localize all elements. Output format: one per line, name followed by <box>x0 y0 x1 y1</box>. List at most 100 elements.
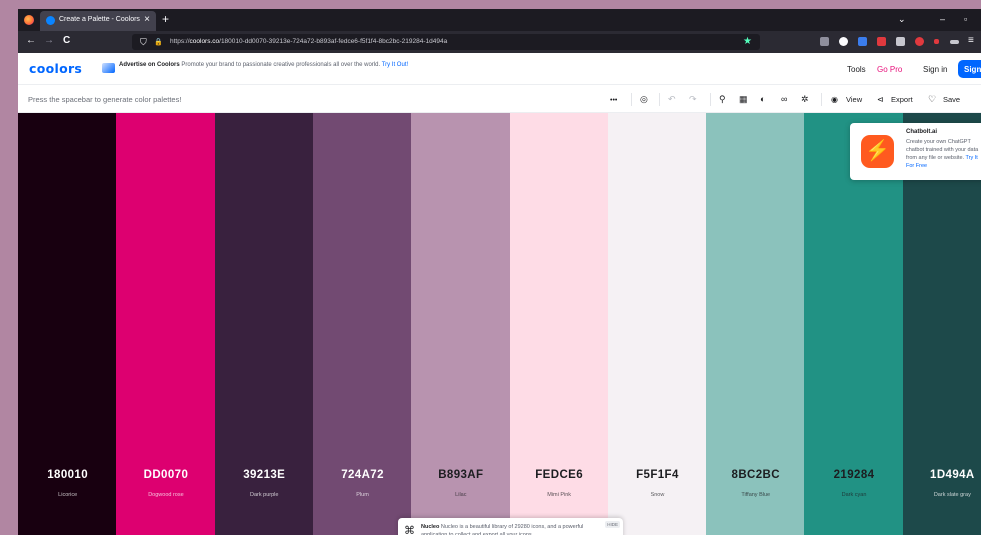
hide-ad-button[interactable]: HIDE <box>605 521 620 528</box>
color-hex-code[interactable]: FEDCE6 <box>510 469 609 481</box>
view-button[interactable]: View <box>846 95 862 104</box>
color-hex-code[interactable]: DD0070 <box>116 469 215 481</box>
nucleo-ad[interactable]: ⌘ Nucleo Nucleo is a beautiful library o… <box>398 518 623 535</box>
browser-nav-bar: ← → C ⛉ 🔒 https://coolors.co/180010-dd00… <box>18 31 981 53</box>
sign-in-link[interactable]: Sign in <box>923 65 947 74</box>
palette-toolbar: Press the spacebar to generate color pal… <box>18 86 981 113</box>
color-swatch[interactable]: F5F1F4 Snow <box>607 113 708 535</box>
heart-icon[interactable]: ♡ <box>928 93 936 105</box>
contrast-checker-icon[interactable]: ◐ <box>760 93 765 105</box>
color-swatch[interactable]: FEDCE6 Mimi Pink <box>509 113 609 535</box>
maximize-icon[interactable]: ▫ <box>964 13 967 25</box>
lock-icon[interactable]: 🔒 <box>154 37 163 49</box>
extension-shield-icon[interactable] <box>858 37 867 46</box>
header-ad-link[interactable]: Try It Out! <box>382 62 408 68</box>
coolors-logo[interactable]: coolors <box>29 61 82 76</box>
tools-menu[interactable]: Tools <box>847 65 866 74</box>
nucleo-description: Nucleo Nucleo is a beautiful library of … <box>421 523 596 535</box>
color-swatch[interactable]: 39213E Dark purple <box>214 113 314 535</box>
advertise-icon <box>102 63 115 73</box>
color-name[interactable]: Plum <box>313 492 412 498</box>
tab-close-icon[interactable]: × <box>144 14 150 26</box>
extension-grid-icon[interactable] <box>896 37 905 46</box>
pocket-icon[interactable] <box>820 37 829 46</box>
nucleo-icon: ⌘ <box>404 525 415 535</box>
lightning-icon: ⚡ <box>861 135 894 168</box>
toolbar-divider <box>821 93 822 106</box>
color-palette: 180010 Licorice DD0070 Dogwood rose 39213E Da… <box>18 113 981 535</box>
extensions-menu-icon[interactable]: ≡ <box>968 35 974 47</box>
forward-icon[interactable]: → <box>44 35 54 47</box>
color-name[interactable]: Snow <box>608 492 707 498</box>
color-name[interactable]: Mimi Pink <box>510 492 609 498</box>
color-swatch[interactable]: DD0070 Dogwood rose <box>116 113 216 535</box>
bookmark-star-icon[interactable]: ★ <box>743 36 752 48</box>
color-hex-code[interactable]: 39213E <box>215 469 314 481</box>
ad-card-description: Create your own ChatGPT chatbot trained … <box>906 138 981 170</box>
redo-icon[interactable]: ↷ <box>689 93 697 105</box>
save-button[interactable]: Save <box>943 95 960 104</box>
camera-icon[interactable]: ◎ <box>640 93 648 105</box>
extension-red-icon[interactable] <box>915 37 924 46</box>
nucleo-title: Nucleo <box>421 524 440 530</box>
color-hex-code[interactable]: 724A72 <box>313 469 412 481</box>
color-hex-code[interactable]: F5F1F4 <box>608 469 707 481</box>
more-options-icon[interactable]: ••• <box>610 95 617 107</box>
coolors-header: coolors Advertise on Coolors Promote you… <box>18 53 981 85</box>
toolbar-divider <box>659 93 660 106</box>
quick-view-grid-icon[interactable]: ▦ <box>739 93 748 105</box>
color-hex-code[interactable]: 180010 <box>18 469 117 481</box>
export-button[interactable]: Export <box>891 95 913 104</box>
go-pro-link[interactable]: Go Pro <box>877 65 902 74</box>
back-icon[interactable]: ← <box>26 35 36 47</box>
color-hex-code[interactable]: B893AF <box>411 469 510 481</box>
tab-title: Create a Palette - Coolors <box>59 16 140 23</box>
color-name[interactable]: Dark cyan <box>804 492 903 498</box>
ad-card-title: Chatbolt.ai <box>906 129 937 135</box>
header-ad-title: Advertise on Coolors <box>119 62 180 68</box>
coolors-favicon-icon <box>46 16 55 25</box>
header-ad[interactable]: Advertise on Coolors Promote your brand … <box>119 61 408 69</box>
chatbolt-ad-card[interactable]: ⚡ Chatbolt.ai Create your own ChatGPT ch… <box>850 123 981 180</box>
toolbar-divider <box>710 93 711 106</box>
adjust-palette-icon[interactable]: ⚲ <box>719 93 726 105</box>
new-tab-button[interactable]: + <box>162 12 169 26</box>
url-bar[interactable]: ⛉ 🔒 https://coolors.co/180010-dd0070-392… <box>132 34 760 50</box>
firefox-icon[interactable] <box>24 15 34 25</box>
share-icon[interactable]: ⊲ <box>877 94 884 106</box>
extension-dot-icon[interactable] <box>934 39 939 44</box>
color-name[interactable]: Tiffany Blue <box>706 492 805 498</box>
browser-tab-strip: Create a Palette - Coolors × + ⌄ – ▫ <box>18 9 981 31</box>
url-text[interactable]: https://coolors.co/180010-dd0070-39213e-… <box>170 38 447 45</box>
toolbar-divider <box>631 93 632 106</box>
color-hex-code[interactable]: 1D494A <box>903 469 981 481</box>
extension-badge-icon[interactable] <box>877 37 886 46</box>
minimize-icon[interactable]: – <box>940 13 945 25</box>
undo-icon[interactable]: ↶ <box>668 93 676 105</box>
header-ad-text: Promote your brand to passionate creativ… <box>181 62 381 68</box>
spacebar-hint: Press the spacebar to generate color pal… <box>28 95 182 104</box>
color-swatch[interactable]: 180010 Licorice <box>18 113 118 535</box>
color-blindness-glasses-icon[interactable]: ∞ <box>781 93 787 105</box>
color-swatch[interactable]: B893AF Lilac <box>411 113 511 535</box>
color-name[interactable]: Lilac <box>411 492 510 498</box>
color-swatch[interactable]: 724A72 Plum <box>312 113 413 535</box>
color-hex-code[interactable]: 219284 <box>804 469 903 481</box>
color-name[interactable]: Dark slate gray <box>903 492 981 498</box>
color-hex-code[interactable]: 8BC2BC <box>706 469 805 481</box>
color-swatch[interactable]: 8BC2BC Tiffany Blue <box>706 113 806 535</box>
eye-icon[interactable]: ◉ <box>831 94 838 106</box>
reload-icon[interactable]: C <box>63 35 70 47</box>
browser-window: Create a Palette - Coolors × + ⌄ – ▫ ← →… <box>18 9 981 535</box>
color-name[interactable]: Dogwood rose <box>116 492 215 498</box>
nucleo-text: Nucleo is a beautiful library of 29280 i… <box>421 524 584 535</box>
sign-up-button[interactable]: Sign <box>958 60 981 78</box>
shield-icon[interactable]: ⛉ <box>140 36 147 48</box>
settings-icon[interactable]: ✲ <box>801 93 809 105</box>
color-name[interactable]: Dark purple <box>215 492 314 498</box>
list-tabs-icon[interactable]: ⌄ <box>898 13 906 25</box>
extension-dash-icon[interactable] <box>950 40 959 44</box>
color-name[interactable]: Licorice <box>18 492 117 498</box>
browser-tab[interactable]: Create a Palette - Coolors × <box>40 11 156 31</box>
extension-play-icon[interactable] <box>839 37 848 46</box>
